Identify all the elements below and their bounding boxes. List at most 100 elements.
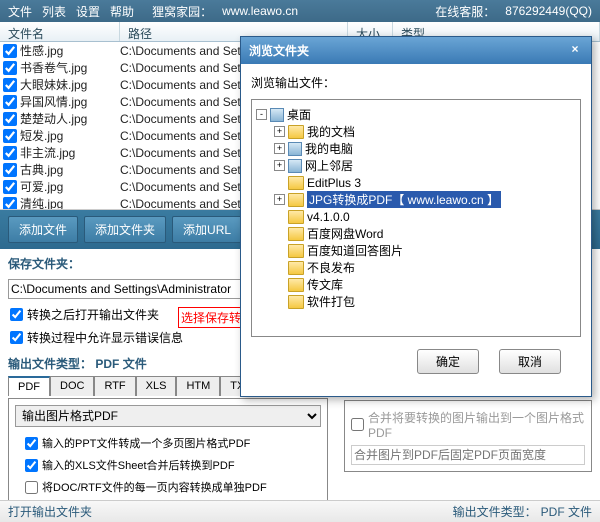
status-bar: 打开输出文件夹 输出文件类型： PDF 文件	[0, 500, 600, 522]
tree-node[interactable]: v4.1.0.0	[256, 208, 576, 225]
desktop-icon	[288, 159, 302, 173]
tab-rtf[interactable]: RTF	[94, 376, 135, 396]
ok-button[interactable]: 确定	[417, 349, 479, 374]
expand-icon[interactable]: +	[274, 160, 285, 171]
folder-icon	[288, 227, 304, 241]
folder-icon	[288, 125, 304, 139]
folder-icon	[288, 210, 304, 224]
open-after-checkbox[interactable]	[10, 308, 23, 321]
tree-node[interactable]: 软件打包	[256, 293, 576, 310]
tree-label: 软件打包	[307, 293, 355, 310]
tree-label: 传文库	[307, 276, 343, 293]
file-name: 异国风情.jpg	[20, 93, 120, 110]
file-name: 古典.jpg	[20, 161, 120, 178]
file-checkbox[interactable]	[3, 180, 17, 194]
add-url-button[interactable]: 添加URL	[172, 216, 242, 243]
expand-icon[interactable]: +	[274, 194, 285, 205]
folder-icon	[288, 244, 304, 258]
tree-node[interactable]: + 网上邻居	[256, 157, 576, 174]
add-folder-button[interactable]: 添加文件夹	[84, 216, 166, 243]
file-name: 可爱.jpg	[20, 178, 120, 195]
menubar: 文件 列表 设置 帮助 狸窝家园： www.leawo.cn 在线客服： 876…	[0, 0, 600, 22]
tree-label: EditPlus 3	[307, 176, 361, 190]
open-after-label: 转换之后打开输出文件夹	[27, 306, 159, 323]
status-open-folder[interactable]: 打开输出文件夹	[8, 503, 92, 520]
tree-node[interactable]: + 我的文档	[256, 123, 576, 140]
file-checkbox[interactable]	[3, 95, 17, 109]
tree-node[interactable]: 传文库	[256, 276, 576, 293]
doc-opt-checkbox[interactable]	[25, 481, 38, 494]
add-file-button[interactable]: 添加文件	[8, 216, 78, 243]
tree-node[interactable]: 百度网盘Word	[256, 225, 576, 242]
expand-icon[interactable]: +	[274, 126, 285, 137]
folder-icon	[288, 278, 304, 292]
status-output-label: 输出文件类型：	[453, 503, 537, 520]
folder-icon	[288, 176, 304, 190]
menu-list[interactable]: 列表	[42, 3, 66, 20]
show-errors-label: 转换过程中允许显示错误信息	[27, 329, 183, 346]
close-icon[interactable]: ×	[567, 42, 583, 59]
menu-settings[interactable]: 设置	[76, 3, 100, 20]
folder-tree[interactable]: -桌面+我的文档+我的电脑+网上邻居EditPlus 3+JPG转换成PDF【 …	[251, 99, 581, 337]
file-name: 楚楚动人.jpg	[20, 110, 120, 127]
file-checkbox[interactable]	[3, 163, 17, 177]
tree-label: JPG转换成PDF【 www.leawo.cn 】	[307, 191, 501, 208]
file-checkbox[interactable]	[3, 112, 17, 126]
pdf-format-select[interactable]: 输出图片格式PDF	[15, 405, 321, 427]
tree-label: v4.1.0.0	[307, 210, 350, 224]
ppt-opt-checkbox[interactable]	[25, 437, 38, 450]
file-name: 大眼妹妹.jpg	[20, 76, 120, 93]
desktop-icon	[288, 142, 302, 156]
merge-panel: 合并将要转换的图片输出到一个图片格式PDF	[344, 400, 592, 472]
file-name: 清纯.jpg	[20, 195, 120, 210]
folder-icon	[288, 295, 304, 309]
home-link[interactable]: www.leawo.cn	[222, 4, 298, 18]
folder-icon	[288, 193, 304, 207]
file-checkbox[interactable]	[3, 44, 17, 58]
tree-label: 我的文档	[307, 123, 355, 140]
dialog-prompt: 浏览输出文件：	[251, 74, 581, 91]
merge-width-input[interactable]	[351, 445, 585, 465]
file-checkbox[interactable]	[3, 129, 17, 143]
file-name: 短发.jpg	[20, 127, 120, 144]
tree-label: 我的电脑	[305, 140, 353, 157]
tree-node[interactable]: + JPG转换成PDF【 www.leawo.cn 】	[256, 191, 576, 208]
dialog-title: 浏览文件夹	[249, 42, 309, 59]
file-checkbox[interactable]	[3, 197, 17, 211]
file-name: 性感.jpg	[20, 42, 120, 59]
tree-node[interactable]: 百度知道回答图片	[256, 242, 576, 259]
tree-label: 百度网盘Word	[307, 225, 383, 242]
home-label: 狸窝家园：	[152, 3, 212, 20]
header-name[interactable]: 文件名	[0, 22, 120, 41]
tree-label: 百度知道回答图片	[307, 242, 403, 259]
expand-icon[interactable]: -	[256, 109, 267, 120]
tab-pdf[interactable]: PDF	[8, 376, 50, 396]
support-id: 876292449(QQ)	[505, 4, 592, 18]
folder-icon	[288, 261, 304, 275]
browse-folder-dialog: 浏览文件夹 × 浏览输出文件： -桌面+我的文档+我的电脑+网上邻居EditPl…	[240, 36, 592, 397]
tab-htm[interactable]: HTM	[176, 376, 220, 396]
status-output-type: PDF 文件	[541, 503, 592, 520]
menu-file[interactable]: 文件	[8, 3, 32, 20]
xls-opt-checkbox[interactable]	[25, 459, 38, 472]
tab-doc[interactable]: DOC	[50, 376, 94, 396]
support-label: 在线客服：	[435, 3, 495, 20]
cancel-button[interactable]: 取消	[499, 349, 561, 374]
tree-node[interactable]: - 桌面	[256, 106, 576, 123]
file-checkbox[interactable]	[3, 78, 17, 92]
tree-node[interactable]: EditPlus 3	[256, 174, 576, 191]
tree-label: 桌面	[287, 106, 311, 123]
tree-label: 不良发布	[307, 259, 355, 276]
merge-checkbox[interactable]	[351, 418, 364, 431]
expand-icon[interactable]: +	[274, 143, 285, 154]
tab-xls[interactable]: XLS	[136, 376, 177, 396]
show-errors-checkbox[interactable]	[10, 331, 23, 344]
tree-label: 网上邻居	[305, 157, 353, 174]
file-name: 非主流.jpg	[20, 144, 120, 161]
file-name: 书香卷气.jpg	[20, 59, 120, 76]
tree-node[interactable]: + 我的电脑	[256, 140, 576, 157]
file-checkbox[interactable]	[3, 146, 17, 160]
file-checkbox[interactable]	[3, 61, 17, 75]
menu-help[interactable]: 帮助	[110, 3, 134, 20]
tree-node[interactable]: 不良发布	[256, 259, 576, 276]
